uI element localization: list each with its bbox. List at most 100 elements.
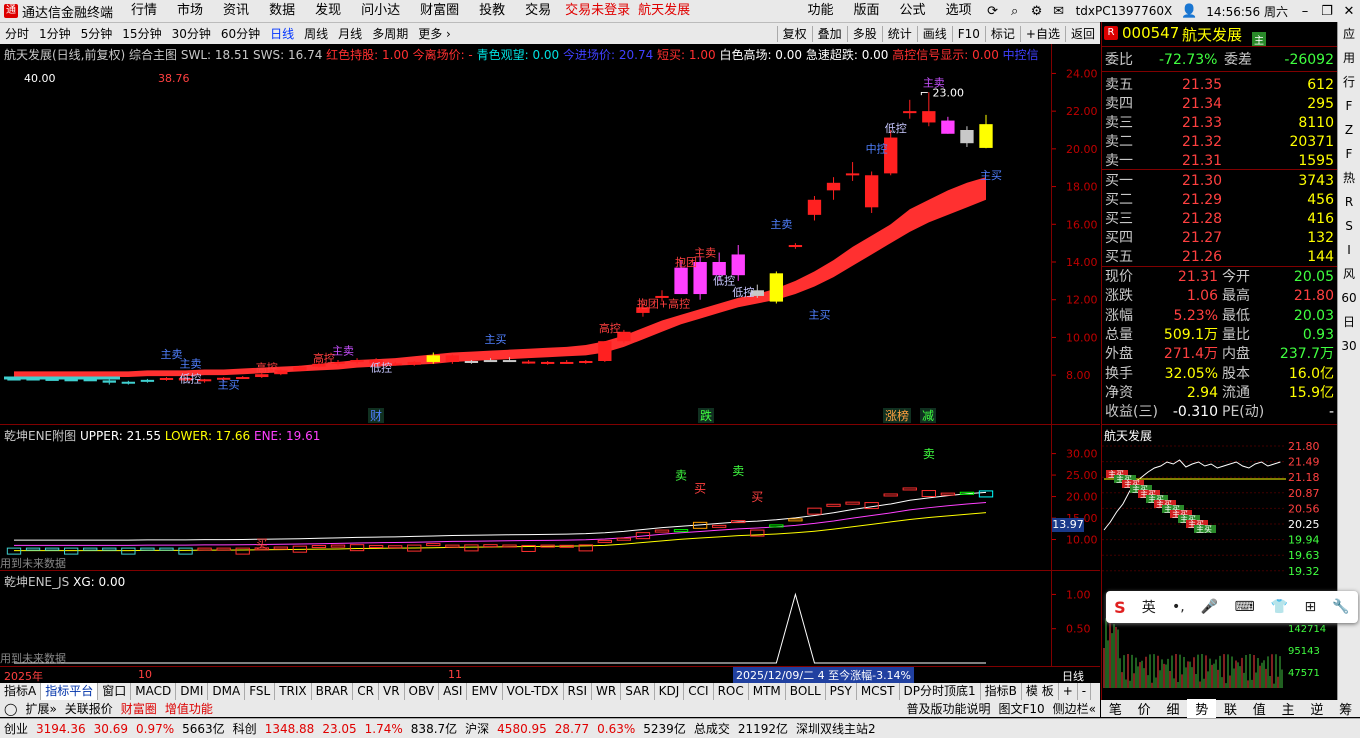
- quote-tab-5[interactable]: 值: [1245, 699, 1274, 718]
- tool-button-1[interactable]: 叠加: [811, 26, 847, 42]
- ext-tab-1[interactable]: 关联报价: [61, 700, 117, 717]
- settings-icon[interactable]: ⚙: [1026, 4, 1048, 19]
- ask-row-0[interactable]: 卖五 21.35 612: [1104, 76, 1336, 95]
- ene-js-canvas[interactable]: 1.00 0.50: [0, 571, 1100, 666]
- indicator-tab-0[interactable]: 指标A: [0, 683, 42, 700]
- indicator-tab-25[interactable]: DP分时顶底1: [900, 683, 981, 700]
- bid-row-0[interactable]: 买一 21.30 3743: [1104, 172, 1336, 191]
- menu-item-2[interactable]: 资讯: [213, 0, 259, 22]
- mic-icon[interactable]: 🎤: [1201, 599, 1218, 615]
- ime-lang-toggle[interactable]: 英: [1142, 597, 1156, 617]
- indicator-tab-12[interactable]: ASI: [439, 683, 468, 700]
- indicator-tab-9[interactable]: CR: [353, 683, 379, 700]
- sidebar-button-0[interactable]: 应: [1338, 22, 1360, 46]
- bid-row-1[interactable]: 买二 21.29 456: [1104, 191, 1336, 210]
- punct-icon[interactable]: •,: [1172, 599, 1185, 615]
- ask-row-1[interactable]: 卖四 21.34 295: [1104, 95, 1336, 114]
- sidebar-button-13[interactable]: 30: [1338, 334, 1360, 358]
- quote-tab-3[interactable]: 势: [1187, 699, 1217, 718]
- indicator-tab-4[interactable]: DMI: [176, 683, 209, 700]
- kline-canvas[interactable]: 24.00 22.00 20.00 18.00 16.00 14.00 12.00 10.00…: [0, 44, 1100, 425]
- menu-item-1[interactable]: 市场: [167, 0, 213, 22]
- keyboard-icon[interactable]: ⌨: [1234, 599, 1254, 615]
- ext-right-link-1[interactable]: 图文F10: [994, 700, 1048, 717]
- period-tab-4[interactable]: 30分钟: [167, 25, 216, 42]
- indicator-tab-16[interactable]: WR: [592, 683, 622, 700]
- indicator-tab-23[interactable]: PSY: [826, 683, 857, 700]
- ext-right-link-0[interactable]: 普及版功能说明: [902, 700, 994, 717]
- ene-subchart[interactable]: 乾坤ENE附图 UPPER: 21.55 LOWER: 17.66 ENE: 1…: [0, 425, 1100, 571]
- main-kline-chart[interactable]: 航天发展(日线,前复权) 综合主图 SWL: 18.51 SWS: 16.74 …: [0, 44, 1100, 425]
- indicator-tab-2[interactable]: 窗口: [98, 683, 132, 700]
- sidebar-button-11[interactable]: 60: [1338, 286, 1360, 310]
- indicator-tab-19[interactable]: CCI: [684, 683, 714, 700]
- sogou-logo-icon[interactable]: S: [1114, 598, 1126, 617]
- user-icon[interactable]: 👤: [1178, 4, 1200, 19]
- indicator-tab-20[interactable]: ROC: [714, 683, 749, 700]
- tool-button-3[interactable]: 统计: [881, 26, 917, 42]
- menu-right-item-0[interactable]: 功能: [798, 0, 844, 22]
- alert-stock[interactable]: 航天发展: [634, 0, 694, 22]
- period-tab-9[interactable]: 多周期: [367, 25, 413, 42]
- user-id[interactable]: tdxPC1397760X: [1070, 4, 1179, 18]
- tool-button-8[interactable]: 返回: [1064, 26, 1100, 42]
- tool-button-4[interactable]: 画线: [916, 26, 952, 42]
- indicator-tab-10[interactable]: VR: [379, 683, 405, 700]
- period-tab-3[interactable]: 15分钟: [117, 25, 166, 42]
- tool-button-7[interactable]: +自选: [1019, 26, 1065, 42]
- indicator-tab-22[interactable]: BOLL: [786, 683, 826, 700]
- menu-right-item-3[interactable]: 选项: [936, 0, 982, 22]
- menu-item-3[interactable]: 数据: [259, 0, 305, 22]
- indicator-tab-18[interactable]: KDJ: [655, 683, 685, 700]
- period-tab-6[interactable]: 日线: [265, 25, 299, 42]
- period-tab-10[interactable]: 更多 ›: [413, 25, 456, 42]
- quote-tab-2[interactable]: 细: [1159, 699, 1188, 718]
- sidebar-button-2[interactable]: 行: [1338, 70, 1360, 94]
- indicator-tab-21[interactable]: MTM: [749, 683, 786, 700]
- period-tab-0[interactable]: 分时: [0, 25, 34, 42]
- sidebar-button-1[interactable]: 用: [1338, 46, 1360, 70]
- sidebar-button-7[interactable]: R: [1338, 190, 1360, 214]
- sidebar-button-9[interactable]: I: [1338, 238, 1360, 262]
- restore-icon[interactable]: ❐: [1316, 4, 1338, 19]
- indicator-tab-14[interactable]: VOL-TDX: [503, 683, 564, 700]
- close-icon[interactable]: ✕: [1338, 4, 1360, 19]
- sidebar-button-5[interactable]: F: [1338, 142, 1360, 166]
- skin-icon[interactable]: 👕: [1271, 599, 1288, 615]
- ene-canvas[interactable]: 30.0025.0020.0015.0010.00买卖买卖买卖: [0, 425, 1100, 571]
- menu-item-0[interactable]: 行情: [121, 0, 167, 22]
- sidebar-button-6[interactable]: 热: [1338, 166, 1360, 190]
- indicator-tab-right-1[interactable]: 模 板: [1022, 683, 1059, 700]
- ime-toolbar[interactable]: S 英 •, 🎤 ⌨ 👕 ⊞ 🔧: [1106, 591, 1358, 623]
- quote-tab-7[interactable]: 逆: [1302, 699, 1331, 718]
- indicator-tab-5[interactable]: DMA: [208, 683, 246, 700]
- indicator-tab-right-2[interactable]: +: [1059, 683, 1078, 700]
- quote-tab-6[interactable]: 主: [1274, 699, 1303, 718]
- quote-tab-8[interactable]: 筹: [1331, 699, 1360, 718]
- indicator-tab-13[interactable]: EMV: [467, 683, 503, 700]
- quote-tab-0[interactable]: 笔: [1101, 699, 1130, 718]
- ext-tab-3[interactable]: 增值功能: [161, 700, 217, 717]
- period-tab-7[interactable]: 周线: [299, 25, 333, 42]
- quote-tab-1[interactable]: 价: [1130, 699, 1159, 718]
- indicator-tab-24[interactable]: MCST: [857, 683, 900, 700]
- menu-item-5[interactable]: 问小达: [351, 0, 410, 22]
- sidebar-button-4[interactable]: Z: [1338, 118, 1360, 142]
- indicator-tab-17[interactable]: SAR: [621, 683, 655, 700]
- indicator-tab-3[interactable]: MACD: [131, 683, 177, 700]
- ext-tab-2[interactable]: 财富圈: [117, 700, 161, 717]
- menu-item-6[interactable]: 财富圈: [410, 0, 469, 22]
- bid-row-4[interactable]: 买五 21.26 144: [1104, 248, 1336, 267]
- indicator-tab-right-0[interactable]: 指标B: [981, 683, 1022, 700]
- menu-item-4[interactable]: 发现: [305, 0, 351, 22]
- sidebar-button-12[interactable]: 日: [1338, 310, 1360, 334]
- indicator-tab-11[interactable]: OBV: [405, 683, 440, 700]
- mail-icon[interactable]: ✉: [1048, 4, 1070, 19]
- period-tab-2[interactable]: 5分钟: [76, 25, 118, 42]
- indicator-tab-6[interactable]: FSL: [245, 683, 276, 700]
- period-tab-5[interactable]: 60分钟: [216, 25, 265, 42]
- period-tab-1[interactable]: 1分钟: [34, 25, 76, 42]
- refresh-icon[interactable]: ⟳: [982, 4, 1004, 19]
- alert-not-logged[interactable]: 交易未登录: [561, 0, 634, 22]
- indicator-tab-7[interactable]: TRIX: [275, 683, 312, 700]
